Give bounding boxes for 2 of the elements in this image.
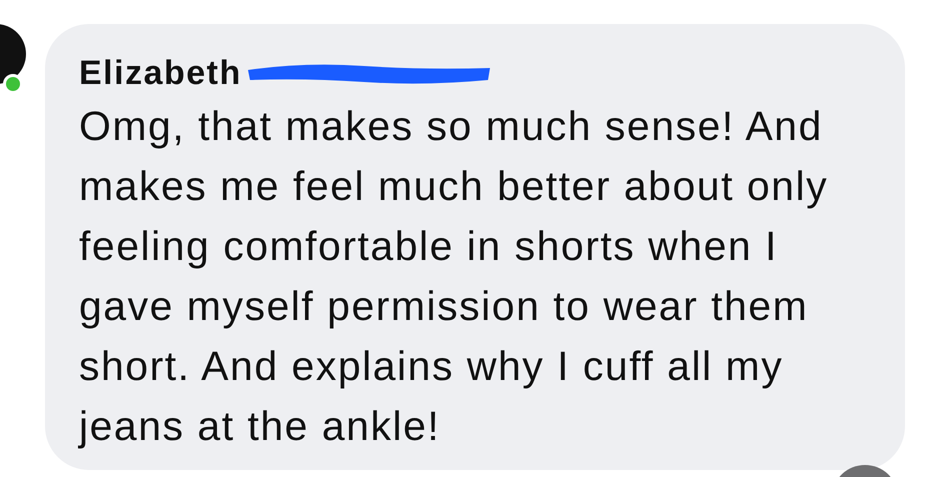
author-name[interactable]: Elizabeth — [79, 54, 242, 92]
comment-text: Omg, that makes so much sense! And makes me feel much better about only feeling comfortable in shorts when I gave myself permission to wear them short. And explains why I cuff all my jeans at the ankle! — [79, 102, 830, 451]
